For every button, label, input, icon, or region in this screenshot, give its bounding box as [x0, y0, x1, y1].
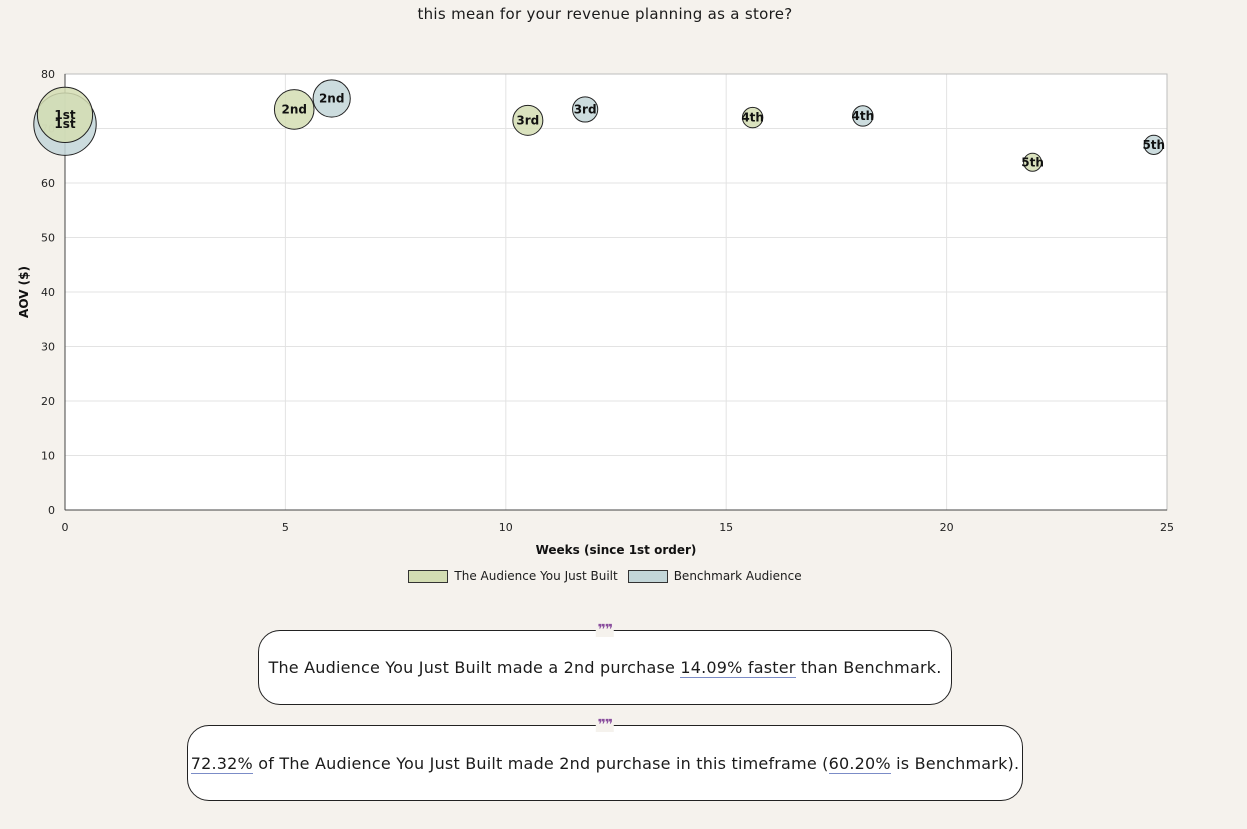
insight-card-share: ❞❞ 72.32% of The Audience You Just Built…: [187, 718, 1023, 801]
x-tick-label: 25: [1160, 521, 1174, 534]
y-tick-label: 50: [41, 232, 55, 245]
insight-highlight: 72.32%: [190, 753, 253, 774]
chart-grid: [64, 73, 1168, 511]
legend-swatch: [408, 569, 449, 583]
y-tick-label: 30: [41, 341, 55, 354]
x-tick-label: 0: [62, 521, 69, 534]
legend-item-benchmark[interactable]: Benchmark Audience: [627, 569, 802, 583]
insight-text-after: than Benchmark.: [795, 658, 942, 677]
insight-text: The Audience You Just Built made a 2nd p…: [268, 658, 942, 678]
bubble-label-built: 5th: [1021, 155, 1044, 169]
y-tick-label: 20: [41, 395, 55, 408]
y-tick-label: 10: [41, 450, 55, 463]
bubble-label-built: 1st: [54, 108, 75, 122]
chart-legend: The Audience You Just Built Benchmark Au…: [0, 569, 1210, 583]
x-tick-label: 10: [499, 521, 513, 534]
insight-text: 72.32% of The Audience You Just Built ma…: [190, 753, 1020, 774]
bubble-label-built: 4th: [741, 111, 764, 125]
x-tick-label: 20: [940, 521, 954, 534]
legend-swatch: [627, 569, 668, 583]
legend-label: Benchmark Audience: [673, 569, 802, 583]
bubble-label-benchmark: 3rd: [574, 102, 597, 116]
insight-text-middle: of The Audience You Just Built made 2nd …: [252, 753, 829, 773]
quote-icon: ❞❞: [595, 717, 615, 733]
y-axis-title: AOV ($): [17, 266, 31, 318]
insight-text-after: is Benchmark).: [890, 753, 1020, 773]
y-tick-label: 60: [41, 177, 55, 190]
x-tick-label: 15: [719, 521, 733, 534]
bubble-label-built: 2nd: [281, 102, 306, 116]
y-tick-label: 80: [41, 68, 55, 81]
y-tick-label: 0: [48, 504, 55, 517]
bubble-label-built: 3rd: [516, 113, 539, 127]
insight-text-before: The Audience You Just Built made a 2nd p…: [268, 658, 681, 677]
quote-icon: ❞❞: [595, 622, 615, 638]
y-tick-label: 40: [41, 286, 55, 299]
bubble-label-benchmark: 4th: [852, 109, 875, 123]
legend-item-built[interactable]: The Audience You Just Built: [408, 569, 618, 583]
bubble-chart: 010203040506070800510152025 1st1st2nd2nd…: [17, 68, 1174, 557]
bubble-label-benchmark: 5th: [1142, 138, 1165, 152]
bubble-label-benchmark: 2nd: [319, 92, 344, 106]
insight-card-speed: ❞❞ The Audience You Just Built made a 2n…: [258, 623, 952, 705]
question-text: this mean for your revenue planning as a…: [417, 5, 793, 23]
insight-highlight: 14.09% faster: [680, 658, 796, 678]
insight-highlight: 60.20%: [828, 753, 891, 774]
legend-label: The Audience You Just Built: [454, 569, 618, 583]
x-tick-label: 5: [282, 521, 289, 534]
x-axis-title: Weeks (since 1st order): [536, 543, 697, 557]
